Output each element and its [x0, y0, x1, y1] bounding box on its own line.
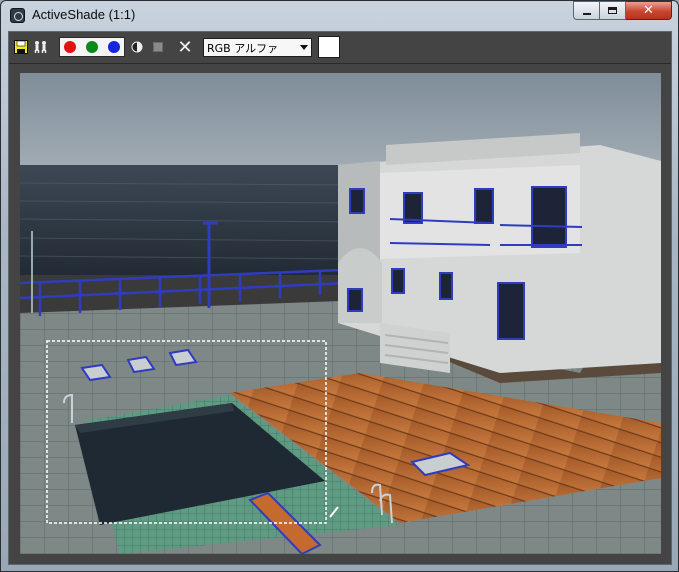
clone-window-button[interactable]: [33, 39, 49, 55]
window-title: ActiveShade (1:1): [32, 7, 136, 22]
floppy-icon: [14, 40, 28, 54]
save-image-button[interactable]: [13, 39, 29, 55]
close-window-button[interactable]: ✕: [626, 1, 672, 20]
channel-display-dropdown[interactable]: RGB アルファ: [203, 38, 312, 57]
square-icon: [153, 42, 163, 52]
channel-toggle-group: [59, 37, 125, 57]
villa: [338, 133, 661, 373]
blue-channel-button[interactable]: [108, 41, 120, 53]
minimize-icon: [582, 12, 591, 15]
close-icon: ✕: [643, 3, 654, 18]
title-bar[interactable]: ActiveShade (1:1) ✕: [1, 1, 678, 31]
render-viewport[interactable]: [20, 73, 661, 554]
dropdown-value: RGB アルファ: [207, 41, 279, 55]
toolbar: ✕ RGB アルファ: [9, 32, 671, 62]
window-controls: ✕: [573, 1, 672, 20]
minimize-button[interactable]: [573, 1, 600, 20]
green-channel-button[interactable]: [86, 41, 98, 53]
close-icon[interactable]: ✕: [177, 37, 193, 58]
maximize-button[interactable]: [600, 1, 626, 20]
half-circle-icon: [131, 41, 143, 53]
monochrome-button[interactable]: [129, 39, 145, 55]
activeshade-window: ActiveShade (1:1) ✕ ✕ RGB アルファ: [0, 0, 679, 572]
color-swatch[interactable]: [318, 36, 340, 58]
activeshade-client: ✕ RGB アルファ: [8, 31, 672, 565]
clone-icon: [34, 41, 47, 53]
red-channel-button[interactable]: [64, 41, 76, 53]
render-image: [20, 73, 661, 554]
toolbar-divider: [9, 63, 671, 64]
maximize-icon: [608, 7, 617, 14]
clear-button[interactable]: [150, 39, 166, 55]
app-icon: [10, 8, 25, 23]
chevron-down-icon: [300, 45, 308, 50]
